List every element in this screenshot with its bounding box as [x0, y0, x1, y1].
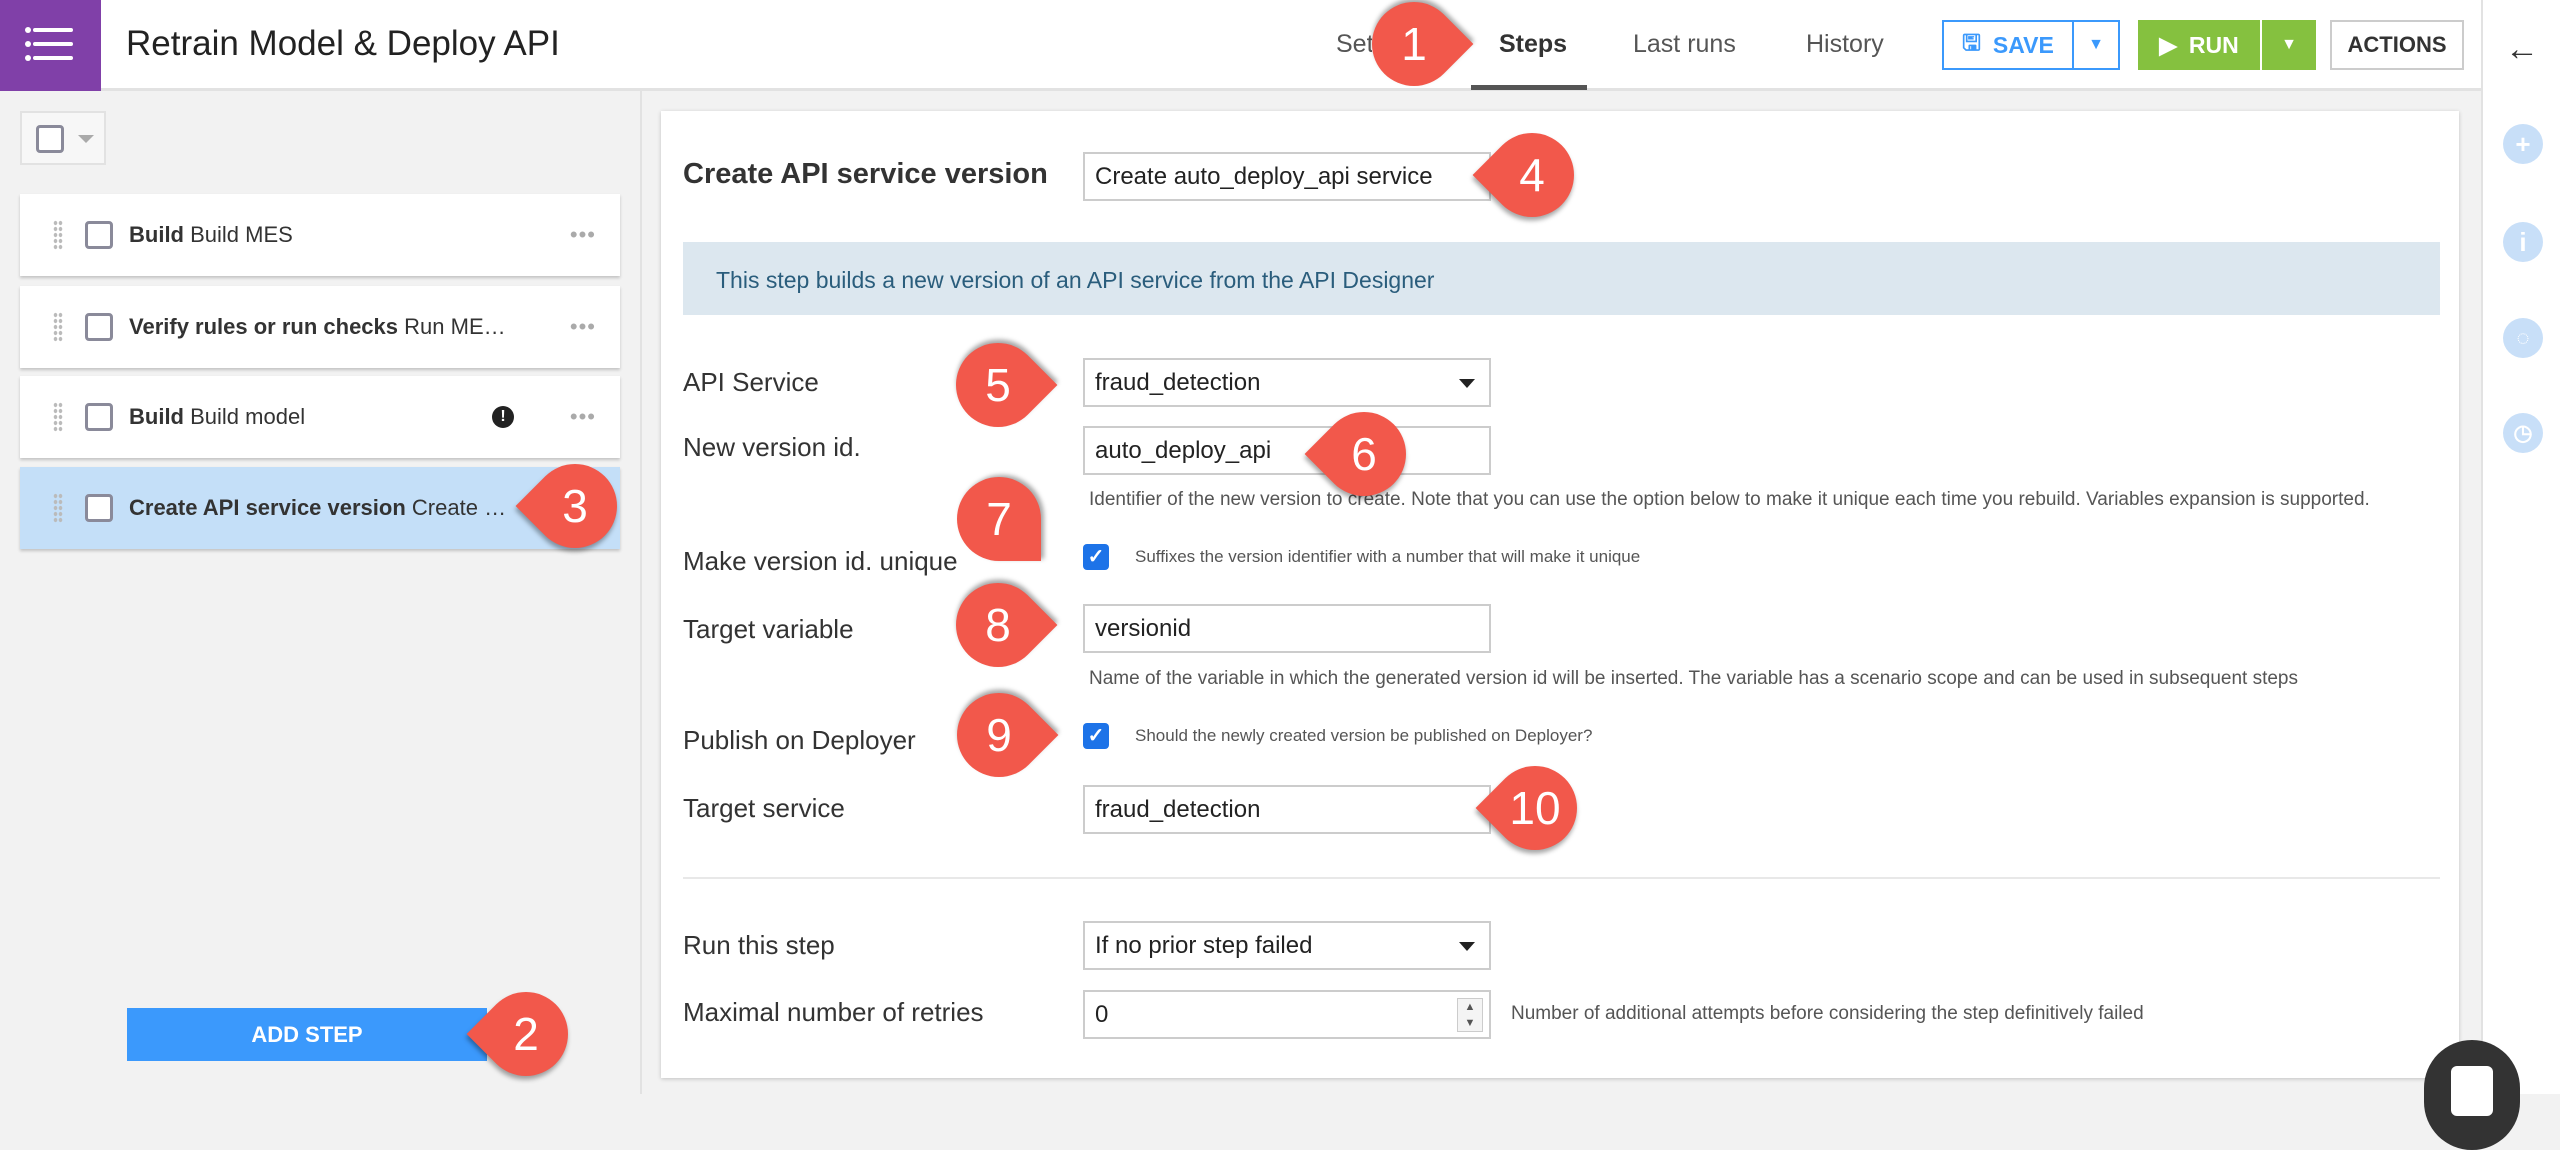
retries-help: Number of additional attempts before con… — [1511, 1003, 2144, 1024]
unique-checkbox[interactable]: ✓ — [1083, 544, 1109, 570]
section-title: Create API service version — [683, 158, 1048, 190]
chat-icon — [2451, 1066, 2493, 1116]
info-banner: This step builds a new version of an API… — [683, 242, 2440, 315]
floppy-icon: 🖫 — [1962, 30, 1981, 55]
drag-handle-icon[interactable] — [53, 402, 63, 432]
more-options-icon[interactable]: ••• — [570, 222, 596, 248]
warning-icon: ! — [492, 406, 514, 428]
tab-history[interactable]: History — [1806, 30, 1884, 59]
caret-down-icon: ▼ — [2088, 36, 2104, 53]
tab-steps[interactable]: Steps — [1499, 30, 1567, 59]
api-service-select[interactable]: fraud_detection — [1083, 358, 1491, 407]
step-checkbox[interactable] — [85, 221, 113, 249]
run-dropdown-button[interactable]: ▼ — [2262, 20, 2316, 70]
run-button[interactable]: ▶ RUN — [2138, 20, 2260, 70]
play-icon: ▶ — [2159, 31, 2177, 58]
target-variable-input[interactable]: versionid — [1083, 604, 1491, 653]
drag-handle-icon[interactable] — [53, 312, 63, 342]
drag-handle-icon[interactable] — [53, 493, 63, 523]
unique-help: Suffixes the version identifier with a n… — [1135, 547, 1641, 566]
run-step-label: Run this step — [683, 930, 835, 960]
select-all-dropdown[interactable] — [20, 111, 106, 165]
step-checkbox[interactable] — [85, 494, 113, 522]
history-clock-icon[interactable]: ◷ — [2503, 413, 2543, 453]
right-sidebar — [2481, 0, 2560, 1094]
stepper-icon[interactable]: ▲ ▼ — [1457, 998, 1483, 1032]
discussion-icon[interactable]: ◌ — [2503, 318, 2543, 358]
more-options-icon[interactable]: ••• — [570, 404, 596, 430]
actions-button[interactable]: ACTIONS — [2330, 20, 2464, 70]
publish-help: Should the newly created version be publ… — [1135, 726, 1593, 745]
more-options-icon[interactable]: ••• — [570, 314, 596, 340]
caret-down-icon — [78, 135, 94, 143]
api-service-label: API Service — [683, 367, 819, 397]
tab-last-runs[interactable]: Last runs — [1633, 30, 1736, 59]
step-checkbox[interactable] — [85, 403, 113, 431]
page-title: Retrain Model & Deploy API — [126, 24, 560, 63]
caret-down-icon — [1459, 942, 1475, 951]
plus-icon[interactable]: + — [2503, 124, 2543, 164]
menu-icon[interactable] — [0, 0, 101, 91]
publish-label: Publish on Deployer — [683, 725, 916, 755]
save-dropdown-button[interactable]: ▼ — [2072, 20, 2120, 70]
divider — [683, 877, 2440, 879]
step-checkbox[interactable] — [85, 313, 113, 341]
target-variable-help: Name of the variable in which the genera… — [1089, 668, 2298, 689]
unique-label: Make version id. unique — [683, 546, 958, 576]
save-button[interactable]: 🖫 SAVE — [1942, 20, 2074, 70]
add-step-button[interactable]: ADD STEP — [127, 1008, 487, 1061]
version-id-help: Identifier of the new version to create.… — [1089, 489, 2370, 510]
retries-input[interactable]: 0 ▲ ▼ — [1083, 990, 1491, 1039]
target-service-label: Target service — [683, 793, 845, 823]
info-icon[interactable]: i — [2503, 222, 2543, 262]
version-id-label: New version id. — [683, 432, 861, 462]
publish-checkbox[interactable]: ✓ — [1083, 723, 1109, 749]
step-item[interactable]: Build Build MES ••• — [20, 194, 620, 276]
select-all-checkbox[interactable] — [36, 125, 64, 153]
step-item[interactable]: Verify rules or run checks Run ME… ••• — [20, 286, 620, 368]
divider — [640, 91, 642, 1094]
step-name-input[interactable]: Create auto_deploy_api service — [1083, 152, 1491, 201]
target-variable-label: Target variable — [683, 614, 854, 644]
run-step-select[interactable]: If no prior step failed — [1083, 921, 1491, 970]
tab-settings[interactable]: Settings — [1336, 30, 1372, 59]
arrow-left-icon[interactable]: ← — [2505, 30, 2539, 69]
retries-label: Maximal number of retries — [683, 997, 984, 1027]
step-item[interactable]: Build Build model! ••• — [20, 376, 620, 458]
caret-down-icon: ▼ — [2281, 36, 2297, 53]
chat-launcher-button[interactable] — [2424, 1040, 2520, 1150]
target-service-input[interactable]: fraud_detection — [1083, 785, 1491, 834]
active-tab-indicator — [1471, 85, 1587, 90]
drag-handle-icon[interactable] — [53, 220, 63, 250]
caret-down-icon — [1459, 379, 1475, 388]
version-id-input[interactable]: auto_deploy_api — [1083, 426, 1491, 475]
